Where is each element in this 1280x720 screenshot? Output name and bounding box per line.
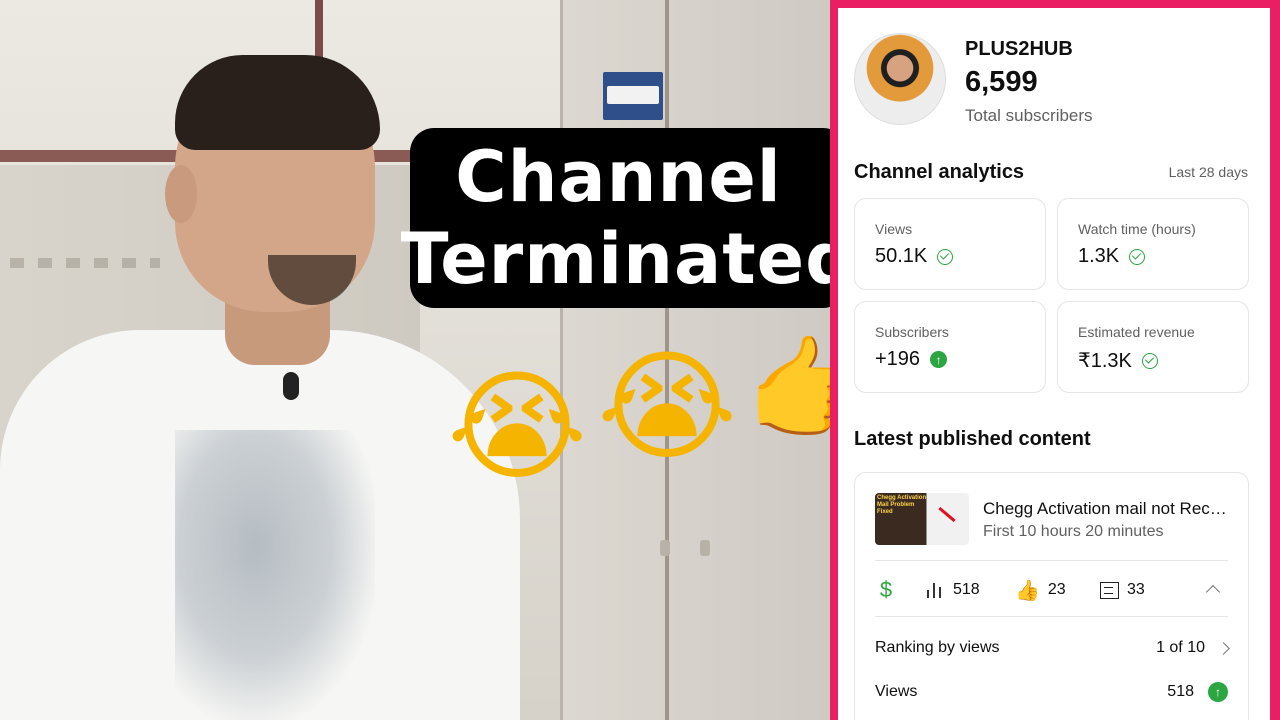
analytics-period[interactable]: Last 28 days [1169,164,1248,180]
metric-label: Estimated revenue [1078,324,1195,340]
metric-card-subscribers[interactable]: Subscribers +196 ↑ [854,301,1046,393]
divider [875,560,1228,561]
video-views-count: 518 [953,581,980,598]
thumbnail-arrow [938,506,956,523]
channel-name: PLUS2HUB [965,38,1073,60]
subscriber-count: 6,599 [965,66,1038,98]
latest-video-card[interactable]: Chegg Activation Mail Problem Fixed Cheg… [854,472,1249,720]
views-label: Views [875,683,918,700]
video-title[interactable]: Chegg Activation mail not Rece... [983,499,1233,519]
arrow-up-circle-icon: ↑ [1208,682,1228,702]
cabinet-knob [700,540,710,556]
subscriber-label: Total subscribers [965,106,1093,125]
video-thumbnail[interactable]: Chegg Activation Mail Problem Fixed [875,493,969,545]
views-value: 518 [1167,683,1194,700]
wall-hooks [10,258,160,268]
metric-value: 1.3K [1078,245,1120,267]
ranking-row[interactable]: Ranking by views 1 of 10 [875,639,1230,657]
video-period: First 10 hours 20 minutes [983,523,1164,540]
views-row: Views 518 ↑ [875,682,1228,702]
video-likes-count: 23 [1047,581,1066,598]
metric-card-views[interactable]: Views 50.1K [854,198,1046,290]
person-ear [165,165,197,223]
ranking-value: 1 of 10 [1156,639,1205,656]
checkmark-circle-icon [1129,248,1146,265]
dollar-icon[interactable]: $ [875,577,897,603]
checkmark-circle-icon [937,248,954,265]
metric-value: +196 [875,348,921,370]
title-line-2: Terminated [400,218,857,300]
chevron-right-icon [1217,641,1230,655]
video-comments-count: 33 [1127,581,1145,598]
metric-label: Watch time (hours) [1078,221,1196,237]
crying-face-icon: 😭 [597,338,738,477]
metric-value: 50.1K [875,245,928,267]
arrow-up-circle-icon: ↑ [930,351,948,368]
metric-label: Subscribers [875,324,949,340]
shirt-print [175,430,375,720]
crying-face-icon: 😭 [447,358,588,497]
analytics-title: Channel analytics [854,161,1025,183]
divider [875,616,1228,617]
thumbs-up-icon: 👍 [1015,579,1040,602]
metric-card-watch-time[interactable]: Watch time (hours) 1.3K [1057,198,1249,290]
wall-sign-label [607,86,659,104]
cabinet-knob [660,540,670,556]
title-line-1: Channel [455,136,782,218]
metric-value: ₹1.3K [1078,350,1132,372]
comment-icon [1100,581,1119,599]
metric-label: Views [875,221,913,237]
checkmark-circle-icon [1141,352,1158,369]
latest-content-title: Latest published content [854,428,1091,450]
channel-avatar[interactable] [854,33,946,125]
thumbnail-text: Chegg Activation Mail Problem Fixed [877,495,927,515]
video-stats: $ 518 👍 23 33 [875,575,1228,605]
analytics-panel: PLUS2HUB 6,599 Total subscribers Channel… [830,0,1280,720]
bar-chart-icon [925,582,945,598]
lapel-mic [283,372,299,400]
ranking-label: Ranking by views [875,639,1000,656]
metric-card-revenue[interactable]: Estimated revenue ₹1.3K [1057,301,1249,393]
chevron-up-icon[interactable] [1205,584,1221,600]
thumbnail-title: Channel Terminated [401,128,855,308]
person-hair [175,55,380,150]
